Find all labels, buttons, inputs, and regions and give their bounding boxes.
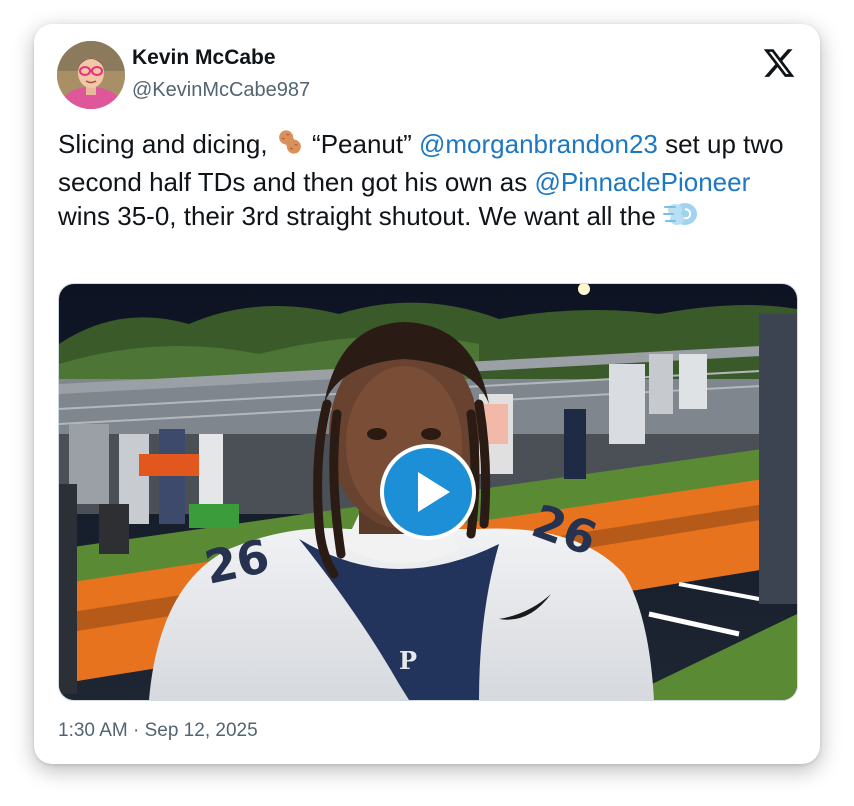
play-button[interactable] [380,444,476,540]
play-icon [418,472,450,512]
svg-text:P: P [399,646,417,675]
dash-emoji-icon [663,199,699,237]
tweet-text-part: “Peanut” [304,129,419,159]
tweet-card[interactable]: Kevin McCabe @KevinMcCabe987 Slicing and… [34,24,820,764]
video-thumbnail[interactable]: 26 26 P [58,283,798,701]
author-display-name[interactable]: Kevin McCabe [132,46,276,70]
avatar[interactable] [57,41,125,109]
author-handle[interactable]: @KevinMcCabe987 [132,79,310,102]
peanut-emoji-icon [275,127,305,165]
mention-link-pinnaclepioneer[interactable]: @PinnaclePioneer [534,167,750,197]
tweet-text-part: Slicing and dicing, [58,129,275,159]
tweet-text: Slicing and dicing, “Peanut” @morganbran… [58,127,798,237]
avatar-photo [57,41,125,109]
tweet-timestamp[interactable]: 1:30 AM · Sep 12, 2025 [58,720,258,742]
tweet-text-part: wins 35-0, their 3rd straight shutout. W… [58,201,664,231]
x-logo-icon[interactable] [762,46,796,80]
mention-link-morganbrandon23[interactable]: @morganbrandon23 [419,129,658,159]
